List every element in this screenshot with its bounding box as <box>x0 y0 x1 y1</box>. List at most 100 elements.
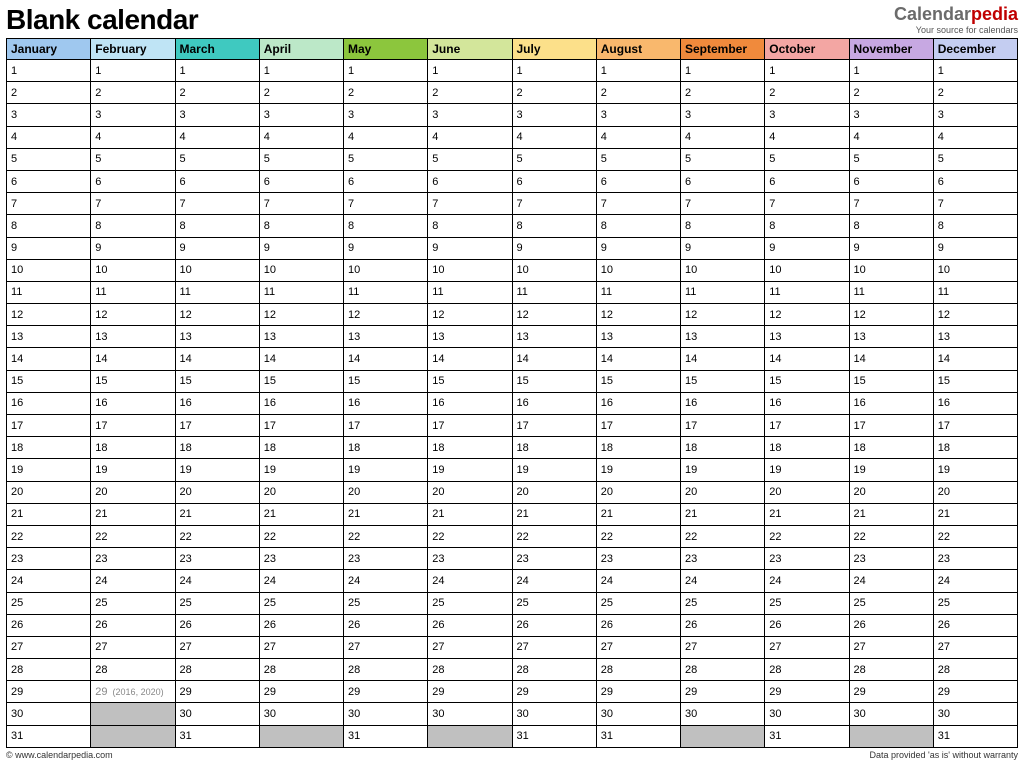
month-header: June <box>428 39 512 60</box>
day-cell: 7 <box>344 193 428 215</box>
day-cell: 6 <box>681 170 765 192</box>
day-cell: 4 <box>849 126 933 148</box>
day-cell: 22 <box>933 525 1017 547</box>
day-cell: 15 <box>512 370 596 392</box>
day-cell: 19 <box>681 459 765 481</box>
day-cell: 24 <box>765 570 849 592</box>
day-cell: 26 <box>512 614 596 636</box>
day-cell: 18 <box>933 437 1017 459</box>
day-cell: 25 <box>7 592 91 614</box>
calendar-body: 1111111111112222222222223333333333334444… <box>7 60 1018 748</box>
day-cell: 7 <box>596 193 680 215</box>
day-cell: 9 <box>259 237 343 259</box>
day-cell: 3 <box>933 104 1017 126</box>
day-row: 171717171717171717171717 <box>7 415 1018 437</box>
day-cell: 18 <box>428 437 512 459</box>
day-cell: 6 <box>259 170 343 192</box>
day-cell: 12 <box>596 304 680 326</box>
day-cell: 16 <box>681 392 765 414</box>
day-cell: 7 <box>512 193 596 215</box>
brand-pedia: pedia <box>971 4 1018 24</box>
day-row: 888888888888 <box>7 215 1018 237</box>
day-cell: 14 <box>175 348 259 370</box>
day-cell: 12 <box>175 304 259 326</box>
day-cell: 11 <box>765 281 849 303</box>
day-cell: 26 <box>7 614 91 636</box>
day-cell: 16 <box>428 392 512 414</box>
day-cell: 5 <box>512 148 596 170</box>
day-cell: 24 <box>259 570 343 592</box>
day-cell: 28 <box>344 659 428 681</box>
day-cell: 27 <box>596 636 680 658</box>
day-cell: 22 <box>512 525 596 547</box>
day-cell: 2 <box>175 82 259 104</box>
month-header: November <box>849 39 933 60</box>
day-row: 282828282828282828282828 <box>7 659 1018 681</box>
day-cell: 16 <box>596 392 680 414</box>
month-header: September <box>681 39 765 60</box>
day-cell: 26 <box>91 614 175 636</box>
day-cell: 3 <box>512 104 596 126</box>
day-cell: 12 <box>681 304 765 326</box>
day-cell: 9 <box>933 237 1017 259</box>
day-cell: 13 <box>596 326 680 348</box>
day-cell: 20 <box>175 481 259 503</box>
day-cell: 22 <box>259 525 343 547</box>
day-cell: 23 <box>933 548 1017 570</box>
day-cell: 12 <box>344 304 428 326</box>
day-row: 444444444444 <box>7 126 1018 148</box>
day-cell: 18 <box>765 437 849 459</box>
day-cell: 14 <box>596 348 680 370</box>
month-header: February <box>91 39 175 60</box>
day-cell: 19 <box>933 459 1017 481</box>
day-cell: 14 <box>512 348 596 370</box>
day-cell: 23 <box>259 548 343 570</box>
day-cell: 31 <box>933 725 1017 747</box>
day-cell: 31 <box>175 725 259 747</box>
day-cell: 7 <box>428 193 512 215</box>
day-cell: 16 <box>259 392 343 414</box>
day-cell: 18 <box>344 437 428 459</box>
day-cell: 4 <box>344 126 428 148</box>
day-cell: 2 <box>681 82 765 104</box>
day-row: 999999999999 <box>7 237 1018 259</box>
day-cell: 8 <box>91 215 175 237</box>
day-cell: 17 <box>7 415 91 437</box>
day-cell: 20 <box>7 481 91 503</box>
day-cell: 30 <box>7 703 91 725</box>
calendar-table: JanuaryFebruaryMarchAprilMayJuneJulyAugu… <box>6 38 1018 748</box>
day-cell: 5 <box>596 148 680 170</box>
day-cell: 29 (2016, 2020) <box>91 681 175 703</box>
day-cell: 15 <box>849 370 933 392</box>
day-cell <box>259 725 343 747</box>
day-cell: 8 <box>428 215 512 237</box>
day-cell: 5 <box>681 148 765 170</box>
footer-left: © www.calendarpedia.com <box>6 750 113 760</box>
day-cell: 15 <box>596 370 680 392</box>
day-cell: 7 <box>849 193 933 215</box>
day-row: 131313131313131313131313 <box>7 326 1018 348</box>
day-cell: 2 <box>259 82 343 104</box>
day-cell: 16 <box>849 392 933 414</box>
day-cell: 9 <box>596 237 680 259</box>
day-cell: 19 <box>428 459 512 481</box>
day-cell: 11 <box>259 281 343 303</box>
day-cell: 27 <box>344 636 428 658</box>
month-header: May <box>344 39 428 60</box>
day-cell: 21 <box>681 503 765 525</box>
day-cell: 17 <box>849 415 933 437</box>
day-cell: 1 <box>428 60 512 82</box>
day-cell: 24 <box>681 570 765 592</box>
day-cell: 28 <box>681 659 765 681</box>
day-cell: 2 <box>428 82 512 104</box>
day-cell: 30 <box>596 703 680 725</box>
day-cell: 5 <box>7 148 91 170</box>
day-cell: 8 <box>344 215 428 237</box>
day-cell: 7 <box>259 193 343 215</box>
day-cell: 21 <box>7 503 91 525</box>
day-cell: 4 <box>681 126 765 148</box>
day-cell: 7 <box>933 193 1017 215</box>
day-cell: 15 <box>7 370 91 392</box>
day-cell: 1 <box>933 60 1017 82</box>
day-row: 666666666666 <box>7 170 1018 192</box>
